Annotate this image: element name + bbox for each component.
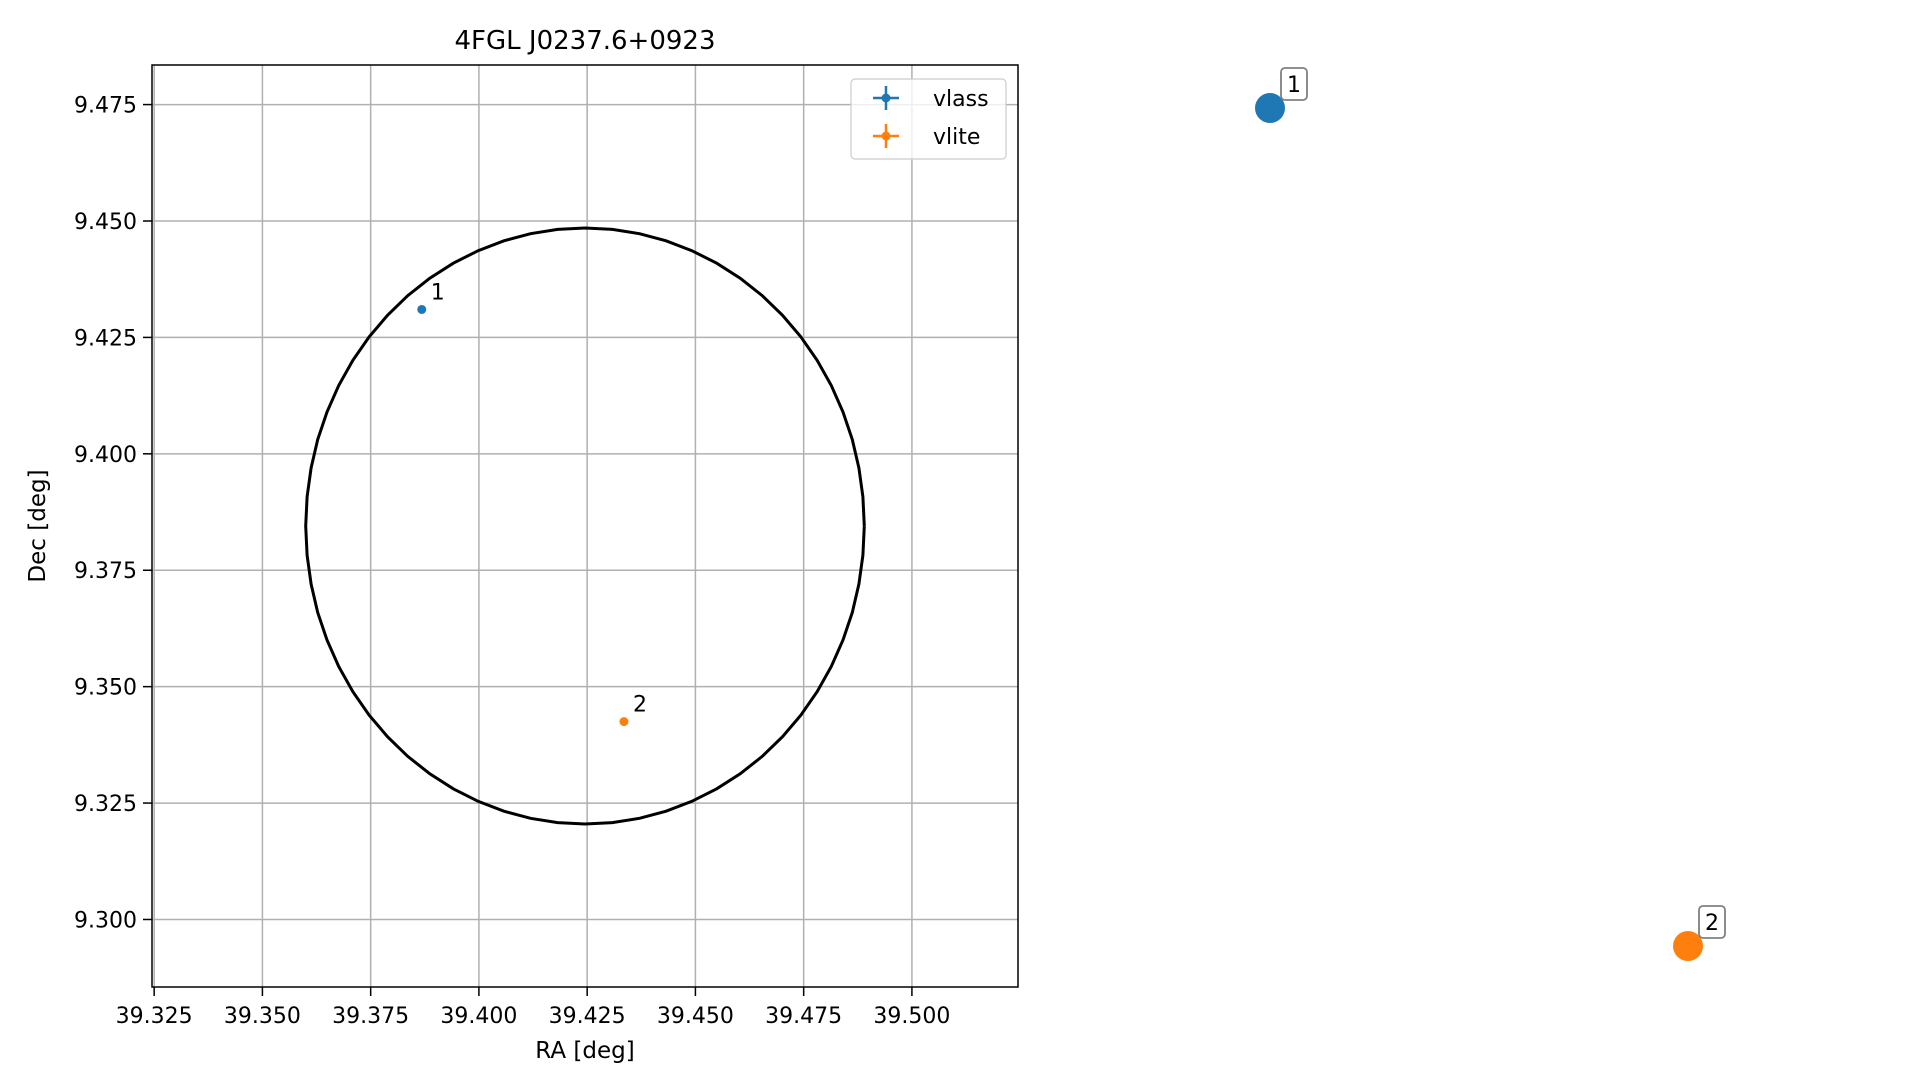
y-axis-label: Dec [deg] (25, 469, 51, 582)
y-tick-label: 9.375 (74, 559, 137, 584)
chart-title: 4FGL J0237.6+0923 (455, 26, 716, 56)
side-marker-label-1: 1 (1287, 73, 1301, 98)
data-point-vlass (417, 304, 427, 314)
x-tick-label: 39.425 (549, 1004, 626, 1029)
figure-background (0, 0, 1919, 1080)
x-tick-label: 39.325 (116, 1004, 193, 1029)
side-marker-label-2: 2 (1705, 911, 1719, 936)
y-tick-label: 9.325 (74, 792, 137, 817)
legend: vlass vlite (850, 78, 1007, 160)
x-axis-label: RA [deg] (535, 1038, 634, 1064)
y-tick-label: 9.450 (74, 210, 137, 235)
x-tick-label: 39.350 (224, 1004, 301, 1029)
y-tick-label: 9.300 (74, 908, 137, 933)
legend-label-vlite: vlite (933, 125, 980, 150)
x-tick-label: 39.375 (332, 1004, 409, 1029)
y-tick-label: 9.350 (74, 676, 137, 701)
y-tick-label: 9.425 (74, 326, 137, 351)
chart-figure: 1 2 39.325 39.350 39.375 39.400 39.425 39.450 3… (0, 0, 1919, 1080)
point-label-vlite: 2 (633, 693, 647, 718)
x-tick-label: 39.500 (873, 1004, 950, 1029)
y-tick-label: 9.400 (74, 443, 137, 468)
legend-label-vlass: vlass (933, 87, 989, 112)
x-tick-label: 39.450 (657, 1004, 734, 1029)
x-tick-label: 39.475 (765, 1004, 842, 1029)
point-label-vlass: 1 (431, 280, 445, 305)
data-point-vlite (619, 717, 629, 727)
x-tick-label: 39.400 (440, 1004, 517, 1029)
y-tick-label: 9.475 (74, 94, 137, 119)
